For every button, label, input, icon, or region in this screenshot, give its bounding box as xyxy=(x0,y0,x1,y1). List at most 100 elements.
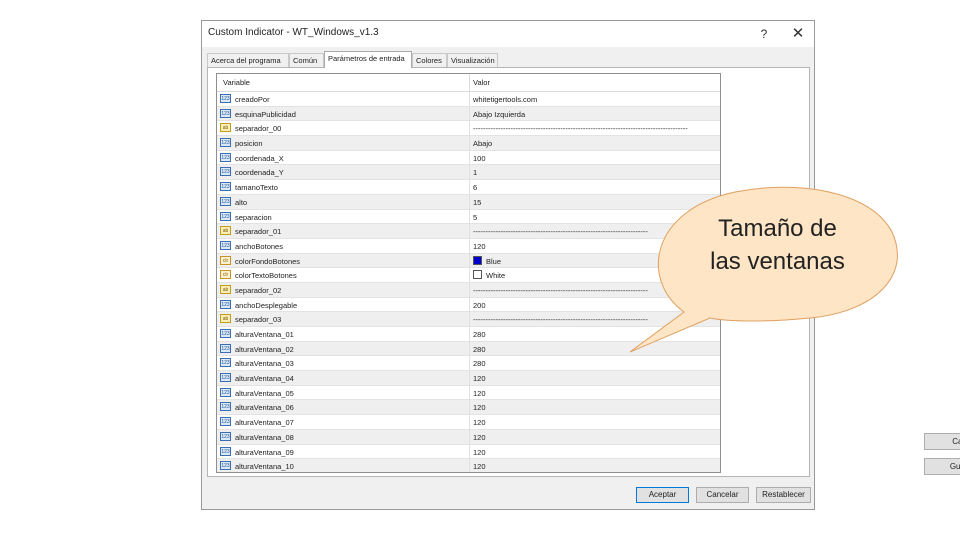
column-divider xyxy=(469,356,470,371)
int-type-icon: 123 xyxy=(220,402,231,412)
color-type-icon: clr xyxy=(220,270,231,280)
callout-line-1: Tamaño de xyxy=(718,215,837,242)
int-type-icon: 123 xyxy=(220,431,231,441)
int-type-icon: 123 xyxy=(220,329,231,338)
table-row[interactable]: 123 alturaVentana_05 120 xyxy=(217,385,720,401)
int-type-icon: 123 xyxy=(220,196,231,206)
parameter-value[interactable]: 200 xyxy=(473,301,486,310)
parameter-value[interactable]: 120 xyxy=(473,389,486,398)
dialog-title: Custom Indicator - WT_Windows_v1.3 xyxy=(208,27,379,38)
parameter-name: alturaVentana_01 xyxy=(235,330,294,339)
parameter-name: coordenada_Y xyxy=(235,168,284,178)
table-row[interactable]: 123 posicion Abajo xyxy=(217,136,720,151)
column-divider xyxy=(469,371,470,386)
parameter-value[interactable]: 100 xyxy=(473,154,486,163)
column-divider xyxy=(469,429,470,444)
tab-colores[interactable]: Colores xyxy=(412,53,447,67)
help-button[interactable]: ? xyxy=(751,23,777,45)
parameter-value[interactable]: 1 xyxy=(473,168,477,177)
reset-button[interactable]: Restablecer xyxy=(756,487,811,503)
color-swatch xyxy=(473,255,482,265)
string-type-icon: ab xyxy=(220,314,231,324)
parameter-name: alturaVentana_03 xyxy=(235,359,294,369)
table-row[interactable]: 123 alturaVentana_04 120 xyxy=(217,371,720,386)
parameter-value[interactable]: Abajo Izquierda xyxy=(473,110,525,119)
parameter-name: alto xyxy=(235,197,248,207)
tab-parametros[interactable]: Parámetros de entrada xyxy=(324,51,412,68)
accept-button[interactable]: Aceptar xyxy=(636,487,689,503)
column-divider xyxy=(469,165,470,180)
parameter-name: separador_03 xyxy=(235,315,282,325)
table-row[interactable]: 123 creadoPor whitetigertools.com xyxy=(217,92,720,107)
table-row[interactable]: 123 coordenada_X 100 xyxy=(217,150,720,166)
table-row[interactable]: 123 alturaVentana_09 120 xyxy=(217,444,720,460)
parameter-value[interactable]: 120 xyxy=(473,242,486,251)
column-divider xyxy=(469,194,470,209)
parameter-name: anchoBotones xyxy=(235,241,283,251)
column-divider xyxy=(469,459,470,472)
callout-line-2: las ventanas xyxy=(710,248,845,275)
table-row[interactable]: 123 alturaVentana_07 120 xyxy=(217,415,720,430)
parameter-name: creadoPor xyxy=(235,95,270,104)
cancel-button[interactable]: Cancelar xyxy=(696,487,749,503)
column-divider xyxy=(469,385,470,400)
string-type-icon: ab xyxy=(220,226,231,236)
parameter-value[interactable]: whitetigertools.com xyxy=(473,95,537,104)
int-type-icon: 123 xyxy=(220,446,231,456)
parameter-value[interactable]: White xyxy=(486,271,505,280)
save-button[interactable]: Guardar xyxy=(924,458,960,475)
table-row[interactable]: 123 alturaVentana_06 120 xyxy=(217,400,720,416)
header-divider xyxy=(469,74,470,91)
int-type-icon: 123 xyxy=(220,138,231,148)
column-divider xyxy=(469,92,470,106)
parameter-value[interactable]: 15 xyxy=(473,198,481,207)
title-bar: Custom Indicator - WT_Windows_v1.3 ? ✕ xyxy=(202,21,814,47)
parameter-name: alturaVentana_05 xyxy=(235,388,294,398)
close-button[interactable]: ✕ xyxy=(785,23,811,45)
parameter-name: separacion xyxy=(235,212,272,222)
column-divider xyxy=(469,209,470,224)
parameter-value[interactable]: 5 xyxy=(473,213,477,222)
parameter-value[interactable]: 280 xyxy=(473,330,486,339)
load-button[interactable]: Cargar xyxy=(924,433,960,450)
table-row[interactable]: 123 alturaVentana_08 120 xyxy=(217,429,720,445)
int-type-icon: 123 xyxy=(220,108,231,118)
parameter-value[interactable]: Abajo xyxy=(473,139,492,148)
column-header-variable[interactable]: Variable xyxy=(223,78,250,87)
parameter-name: colorFondoBotones xyxy=(235,256,301,266)
color-swatch xyxy=(473,270,482,280)
parameter-value[interactable]: 120 xyxy=(473,448,486,457)
int-type-icon: 123 xyxy=(220,373,231,383)
table-row[interactable]: 123 coordenada_Y 1 xyxy=(217,165,720,181)
parameter-name: esquinaPublicidad xyxy=(235,109,296,119)
parameter-value[interactable]: ----------------------------------------… xyxy=(473,124,688,133)
parameter-value[interactable]: 6 xyxy=(473,183,477,192)
parameter-value[interactable]: 120 xyxy=(473,418,486,427)
parameter-value[interactable]: 120 xyxy=(473,433,486,442)
parameter-value[interactable]: 280 xyxy=(473,359,486,368)
column-divider xyxy=(469,121,470,136)
int-type-icon: 123 xyxy=(220,94,231,103)
grid-header: Variable Valor xyxy=(217,74,720,92)
parameter-value[interactable]: 120 xyxy=(473,374,486,383)
table-row[interactable]: ab separador_00 --------------------------… xyxy=(217,121,720,137)
parameter-name: coordenada_X xyxy=(235,153,284,163)
column-divider xyxy=(469,268,470,283)
column-divider xyxy=(469,444,470,459)
parameter-value[interactable]: 120 xyxy=(473,403,486,412)
parameter-value[interactable]: 120 xyxy=(473,462,486,471)
int-type-icon: 123 xyxy=(220,417,231,427)
tab-comun[interactable]: Común xyxy=(289,53,324,67)
tab-visualizacion[interactable]: Visualización xyxy=(447,53,498,67)
column-divider xyxy=(469,238,470,253)
parameter-name: posicion xyxy=(235,139,263,149)
table-row[interactable]: 123 alturaVentana_10 120 xyxy=(217,459,720,472)
parameter-value[interactable]: 280 xyxy=(473,345,486,354)
table-row[interactable]: 123 esquinaPublicidad Abajo Izquierda xyxy=(217,106,720,122)
column-header-value[interactable]: Valor xyxy=(473,78,490,87)
column-divider xyxy=(469,106,470,121)
int-type-icon: 123 xyxy=(220,211,231,221)
parameter-value[interactable]: Blue xyxy=(486,257,501,266)
tab-acerca[interactable]: Acerca del programa xyxy=(207,53,289,67)
parameter-name: alturaVentana_06 xyxy=(235,403,294,413)
